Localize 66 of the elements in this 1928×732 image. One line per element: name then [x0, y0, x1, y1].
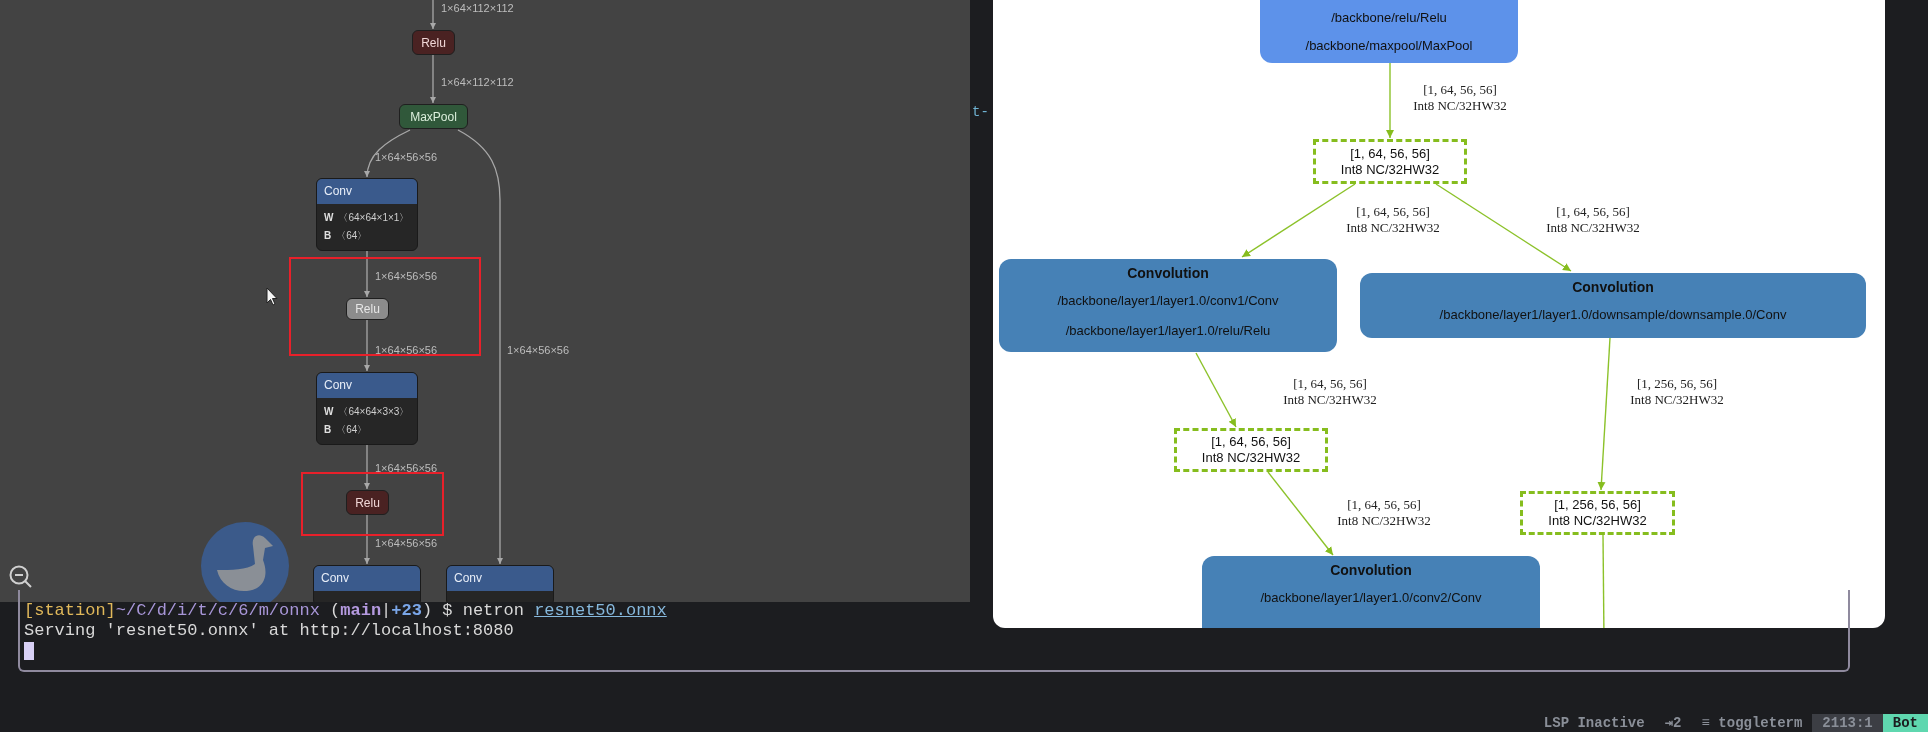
duck-logo-icon [201, 522, 289, 602]
edge-label: [1, 64, 56, 56] Int8 NC/32HW32 [1282, 376, 1378, 408]
edge-arrow [364, 514, 370, 565]
edge-label: 1×64×112×112 [441, 75, 514, 90]
node-text: /backbone/maxpool/MaxPool [1305, 37, 1473, 55]
conv-node[interactable]: Conv W 〈64×64×3×3〉 B 〈64〉 [316, 372, 418, 445]
node-title: Convolution [1572, 278, 1654, 296]
layer-node[interactable]: Convolution /backbone/layer1/layer1.0/downsample/downsample.0/Conv [1360, 273, 1866, 338]
node-text: Int8 NC/32HW32 [1340, 161, 1440, 178]
node-title: Convolution [1127, 264, 1209, 282]
tensor-node[interactable]: [1, 256, 56, 56] Int8 NC/32HW32 [1520, 491, 1675, 535]
edge-label: [1, 64, 56, 56] Int8 NC/32HW32 [1412, 82, 1508, 114]
edge-label: 1×64×112×112 [441, 1, 514, 16]
node-text: [1, 64, 56, 56] [1350, 145, 1430, 162]
node-attribute: B 〈64〉 [324, 229, 369, 243]
layer-node[interactable]: /backbone/relu/Relu /backbone/maxpool/MaxPool [1260, 0, 1518, 63]
edge-label: [1, 256, 56, 56] Int8 NC/32HW32 [1629, 376, 1725, 408]
edge-arrow [430, 53, 436, 104]
edge-label: [1, 64, 56, 56] Int8 NC/32HW32 [1545, 204, 1641, 236]
status-item: ≡ toggleterm [1700, 713, 1804, 732]
node-text: Int8 NC/32HW32 [1201, 450, 1301, 466]
conv-node[interactable]: Conv [446, 565, 554, 602]
node-title: Conv [317, 179, 417, 204]
pool-node[interactable]: MaxPool [399, 104, 468, 129]
status-item: 2113:1 [1812, 714, 1883, 732]
terminal-line: [station]~/C/d/i/t/c/6/m/onnx (main|+23) $ netron resnet50.onnx [24, 601, 668, 621]
conv-node[interactable]: Conv [313, 565, 421, 602]
node-text: /backbone/relu/Relu [1331, 9, 1447, 27]
tensor-node[interactable]: [1, 64, 56, 56] Int8 NC/32HW32 [1174, 428, 1328, 472]
edge-label: 1×64×56×56 [375, 536, 438, 551]
edge-label: 1×64×56×56 [375, 461, 438, 476]
node-text: /backbone/layer1/layer1.0/downsample/downsample.0/Conv [1439, 306, 1787, 324]
node-title: Conv [314, 566, 420, 591]
node-attribute: B 〈64〉 [324, 423, 369, 437]
edge-label: 1×64×56×56 [375, 343, 438, 358]
status-item: Bot [1882, 714, 1928, 732]
edge-arrow [430, 0, 436, 30]
tensor-node[interactable]: [1, 64, 56, 56] Int8 NC/32HW32 [1313, 139, 1467, 184]
editor-text: t- [972, 103, 989, 122]
node-attribute: W 〈64×64×3×3〉 [324, 405, 410, 419]
node-text: /backbone/layer1/layer1.0/relu/Relu [1065, 322, 1271, 340]
node-text: /backbone/layer1/layer1.0/conv2/Conv [1260, 589, 1482, 607]
mouse-pointer-icon [266, 287, 278, 306]
layer-node[interactable]: Convolution /backbone/layer1/layer1.0/conv1/Conv /backbone/layer1/layer1.0/relu/Relu [999, 259, 1337, 352]
layer-node[interactable]: Convolution /backbone/layer1/layer1.0/conv2/Conv [1202, 556, 1540, 628]
node-text: [1, 256, 56, 56] [1554, 497, 1641, 513]
edge-label: [1, 64, 56, 56] Int8 NC/32HW32 [1345, 204, 1441, 236]
node-text: Int8 NC/32HW32 [1548, 513, 1647, 529]
status-item: ⇥2 [1663, 713, 1683, 732]
edge-label: [1, 64, 56, 56] Int8 NC/32HW32 [1336, 497, 1432, 529]
activation-node[interactable]: Relu [346, 490, 389, 515]
conv-node[interactable]: Conv W 〈64×64×1×1〉 B 〈64〉 [316, 178, 418, 251]
node-title: Conv [317, 373, 417, 398]
terminal-line: Serving 'resnet50.onnx' at http://localhost:8080 [24, 621, 515, 641]
node-title: Conv [447, 566, 553, 591]
edge-label: 1×64×56×56 [375, 150, 438, 165]
edge-label: 1×64×56×56 [507, 343, 570, 358]
node-attribute: W 〈64×64×1×1〉 [324, 211, 410, 225]
edge-label: 1×64×56×56 [375, 269, 438, 284]
node-text: /backbone/layer1/layer1.0/conv1/Conv [1057, 292, 1279, 310]
node-text: [1, 64, 56, 56] [1211, 434, 1291, 450]
edge-arrow [364, 319, 370, 372]
activation-node[interactable]: Relu [412, 30, 455, 55]
zoom-out-icon[interactable] [8, 564, 34, 590]
node-title: Convolution [1330, 561, 1412, 579]
status-item: LSP Inactive [1542, 713, 1646, 732]
